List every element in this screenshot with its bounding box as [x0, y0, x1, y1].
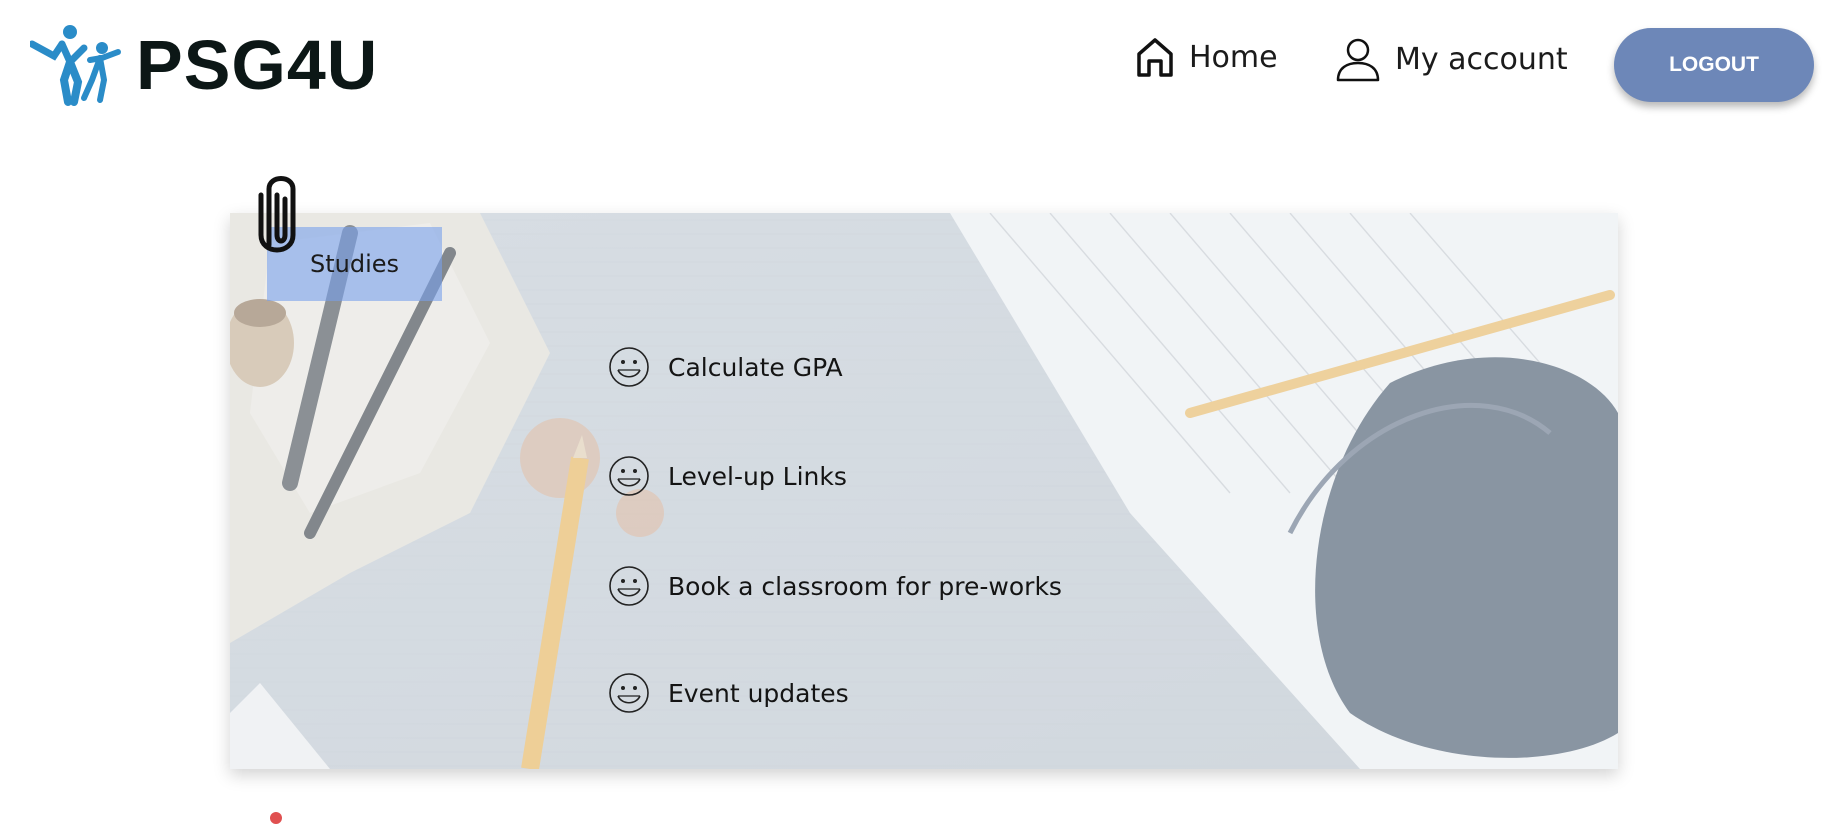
top-header: PSG4U Home My account LOGOUT [0, 0, 1826, 130]
site-logo[interactable]: PSG4U [30, 22, 378, 108]
brand-name: PSG4U [136, 26, 379, 104]
menu-item-label: Calculate GPA [668, 352, 843, 382]
logout-button[interactable]: LOGOUT [1614, 28, 1814, 102]
user-icon [1336, 38, 1380, 82]
smiley-icon [609, 673, 649, 713]
menu-item-level-up-links[interactable]: Level-up Links [608, 455, 847, 497]
menu-item-label: Level-up Links [668, 461, 847, 491]
paperclip-icon [258, 176, 296, 253]
studies-tag-label: Studies [309, 250, 400, 278]
nav-home-label: Home [1189, 39, 1278, 75]
nav-account-link[interactable]: My account [1335, 36, 1568, 82]
nav-home-link[interactable]: Home [1135, 36, 1278, 78]
menu-item-label: Event updates [668, 678, 849, 708]
menu-item-book-classroom[interactable]: Book a classroom for pre-works [608, 565, 1062, 607]
menu-item-event-updates[interactable]: Event updates [608, 672, 849, 714]
smiley-icon [609, 347, 649, 387]
nav-account-label: My account [1395, 41, 1568, 77]
menu-item-label: Book a classroom for pre-works [668, 571, 1062, 601]
home-icon [1137, 38, 1173, 77]
menu-item-calculate-gpa[interactable]: Calculate GPA [608, 346, 843, 388]
smiley-icon [609, 566, 649, 606]
smiley-icon [609, 456, 649, 496]
people-logo-icon [30, 25, 121, 106]
next-section-marker [270, 812, 282, 824]
